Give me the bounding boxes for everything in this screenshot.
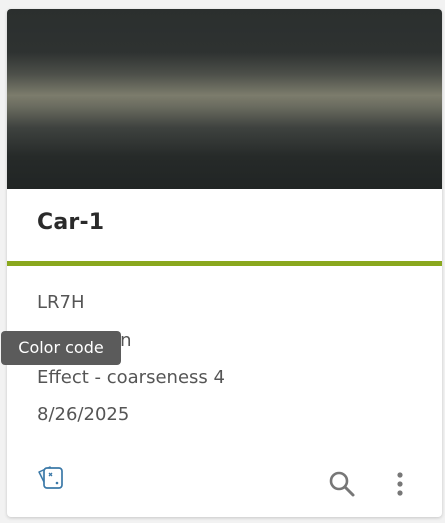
search-button[interactable] — [325, 467, 359, 501]
color-code-tooltip: Color code — [1, 331, 121, 365]
color-code-value: LR7H — [37, 292, 85, 313]
accent-divider — [7, 261, 442, 266]
more-options-button[interactable] — [388, 467, 412, 501]
search-icon — [329, 471, 355, 497]
effect-value: Effect - coarseness 4 — [37, 367, 225, 388]
card-title: Car-1 — [37, 210, 105, 235]
more-vertical-icon — [397, 472, 403, 496]
date-value: 8/26/2025 — [37, 404, 130, 425]
color-swatch-button[interactable] — [36, 461, 66, 491]
color-swatch-preview[interactable] — [7, 9, 442, 189]
color-card[interactable]: Car-1 LR7H Green Effect - coarseness 4 8… — [7, 9, 442, 517]
color-swatch-icon — [38, 466, 63, 489]
